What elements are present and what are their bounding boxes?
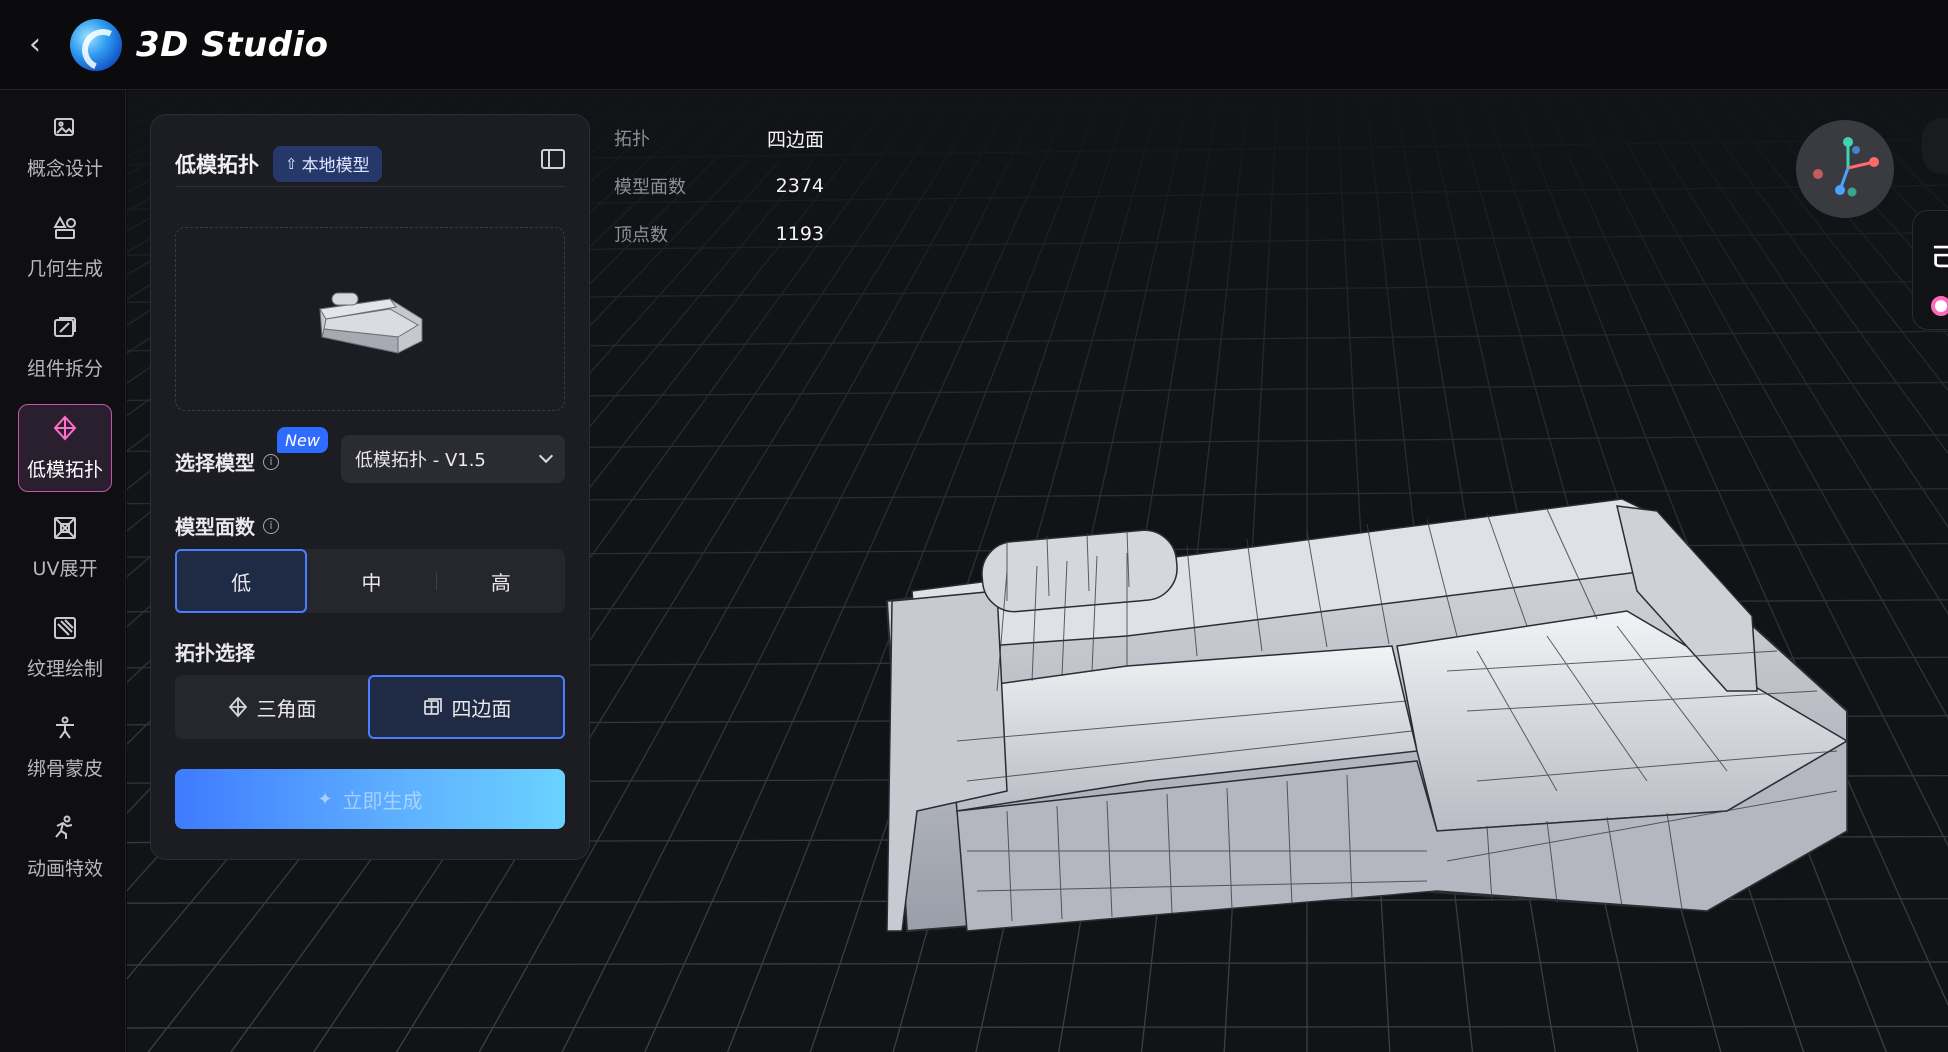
sidebar-item-label: 低模拓扑 [26,459,103,481]
sidebar-item-label: 纹理绘制 [26,658,103,680]
axis-gizmo[interactable] [1796,120,1894,218]
topology-option-quad[interactable]: 四边面 [368,675,565,739]
generate-now-button[interactable]: ✦ 立即生成 [175,769,565,829]
panel-title: 低模拓扑 [175,152,259,177]
sidebar-item-label: 组件拆分 [26,358,103,380]
stat-row-vertex-count: 顶点数 1193 [614,210,824,258]
topology-option-triangle-label: 三角面 [256,696,317,721]
sidebar-item-texture-paint[interactable]: 纹理绘制 [18,604,112,692]
panel-header: 低模拓扑 ⇧ 本地模型 [175,141,565,187]
sidebar-item-component-split[interactable]: 组件拆分 [18,304,112,392]
chevron-left-icon: ‹ [29,27,41,62]
sidebar-item-label: 动画特效 [26,858,103,880]
face-option-medium[interactable]: 中 [307,549,435,613]
face-option-high[interactable]: 高 [437,549,565,613]
model-version-select[interactable]: 低模拓扑 - V1.5 [341,435,565,483]
stat-value: 1193 [775,223,824,245]
triangle-mesh-icon [228,696,247,718]
stat-key: 拓扑 [614,129,650,150]
sparkle-icon: ✦ [317,788,333,810]
top-bar: ‹ 3D Studio [0,0,1948,90]
sofa-wireframe-model [885,498,1849,933]
image-edit-icon [52,115,78,146]
local-model-button[interactable]: ⇧ 本地模型 [273,145,382,182]
app-logo [70,18,122,71]
model-stats: 拓扑 四边面 模型面数 2374 顶点数 1193 [614,114,824,258]
texture-paint-icon [52,615,78,646]
info-icon[interactable]: i [263,453,279,470]
stat-value: 四边面 [766,128,824,151]
shapes-icon [52,215,78,246]
running-figure-icon [52,815,78,846]
quad-mesh-icon [423,698,442,715]
axis-gizmo-icon [1813,137,1879,197]
sidebar-item-label: 几何生成 [26,258,103,280]
app-title: 3D Studio [136,24,329,65]
model-preview-upload-area[interactable] [175,227,565,411]
uv-unwrap-icon [52,515,78,546]
sidebar-item-animation[interactable]: 动画特效 [18,804,112,892]
topology-option-quad-label: 四边面 [451,696,512,721]
upload-icon: ⇧ [285,154,298,173]
chevron-down-icon [538,448,554,464]
stat-value: 2374 [775,175,824,197]
split-box-icon [52,315,78,346]
topology-select-label: 拓扑选择 [175,637,255,666]
face-count-label: 模型面数 i [175,511,279,540]
select-model-text: 选择模型 [175,451,255,475]
collapse-panel-icon[interactable] [541,149,565,169]
sidebar-item-label: UV展开 [32,558,98,580]
topology-selector: 三角面 四边面 [175,675,565,739]
stat-key: 模型面数 [614,177,686,198]
topology-select-text: 拓扑选择 [175,641,255,665]
info-icon[interactable]: i [263,517,279,534]
generate-now-label: 立即生成 [342,788,423,813]
select-model-label: 选择模型 i [175,447,279,476]
stat-row-topology: 拓扑 四边面 [614,114,824,162]
low-poly-topology-panel: 低模拓扑 ⇧ 本地模型 选择模型 i New 低模拓扑 - V1.5 模型面数 … [150,114,590,860]
sidebar-item-geometry[interactable]: 几何生成 [18,204,112,292]
edge-toggle-button[interactable] [1922,118,1948,174]
selected-model-value: 低模拓扑 - V1.5 [355,450,486,471]
edge-card-glyph: 己 [1931,243,1948,271]
new-badge: New [277,427,328,453]
stat-key: 顶点数 [614,225,668,246]
local-model-label: 本地模型 [301,156,370,176]
back-button[interactable]: ‹ [0,0,70,90]
sidebar-item-label: 绑骨蒙皮 [26,758,103,780]
sidebar-item-label: 概念设计 [26,158,103,180]
sidebar: 概念设计 几何生成 组件拆分 低模拓扑 UV展开 纹理绘制 绑骨蒙皮 动画特效 [0,90,126,1052]
sidebar-item-concept-design[interactable]: 概念设计 [18,104,112,192]
face-count-text: 模型面数 [175,515,255,539]
topology-option-triangle[interactable]: 三角面 [175,675,368,739]
rigging-figure-icon [52,715,78,746]
face-option-low[interactable]: 低 [175,549,308,613]
sidebar-item-low-poly-topology[interactable]: 低模拓扑 [18,404,112,492]
stat-row-face-count: 模型面数 2374 [614,162,824,210]
sidebar-item-rigging[interactable]: 绑骨蒙皮 [18,704,112,792]
face-count-selector: 低 中 高 [175,549,565,613]
sidebar-item-uv-unwrap[interactable]: UV展开 [18,504,112,592]
edge-side-card[interactable]: 己 [1912,210,1948,330]
topology-diamond-icon [51,414,79,447]
sofa-thumbnail [319,292,423,354]
color-dot-icon [1931,296,1948,316]
